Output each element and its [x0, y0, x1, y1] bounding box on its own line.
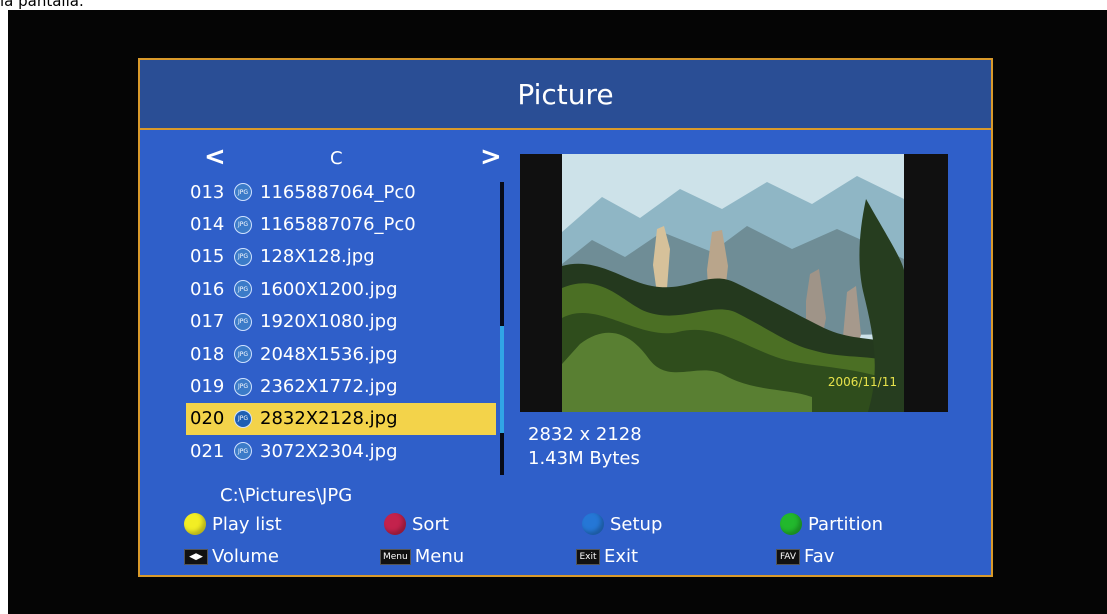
- jpg-file-icon: JPG: [234, 312, 252, 331]
- file-number: 017: [190, 311, 225, 333]
- file-number: 013: [190, 181, 225, 203]
- left-right-arrow-icon: ◀▶: [184, 548, 208, 565]
- file-name: 2832X2128.jpg: [260, 408, 398, 430]
- mountain-photo-preview: 2006/11/11: [562, 154, 904, 412]
- yellow-button-icon: [184, 513, 206, 535]
- image-info: 2832 x 2128 1.43M Bytes: [528, 423, 642, 471]
- file-name: 128X128.jpg: [260, 246, 375, 268]
- top-caption: la pantalla.: [0, 0, 84, 10]
- menu-button[interactable]: Menu Menu: [380, 546, 464, 567]
- image-dimensions: 2832 x 2128: [528, 424, 642, 445]
- jpg-file-icon: JPG: [234, 183, 252, 202]
- file-number: 020: [190, 408, 225, 430]
- file-list-item[interactable]: 015 JPG 128X128.jpg: [186, 241, 496, 273]
- file-number: 014: [190, 214, 225, 236]
- file-name: 2362X1772.jpg: [260, 376, 398, 398]
- mountain-photo-illustration: [562, 154, 904, 412]
- selected-file-item[interactable]: 020 JPG 2832X2128.jpg: [186, 402, 496, 436]
- photo-date-stamp: 2006/11/11: [827, 375, 897, 389]
- blue-button-icon: [582, 513, 604, 535]
- file-name: 1165887064_Pc0: [260, 181, 416, 203]
- red-button-icon: [384, 513, 406, 535]
- tv-screen: Picture < C > 013 JPG 1165887064_Pc0 014…: [8, 10, 1107, 614]
- partition-button[interactable]: Partition: [780, 513, 883, 535]
- file-name: 1600X1200.jpg: [260, 278, 398, 300]
- file-list-item[interactable]: 021 JPG 3072X2304.jpg: [186, 435, 496, 467]
- setup-label: Setup: [610, 513, 663, 535]
- menu-label: Menu: [414, 546, 465, 567]
- title-bar: Picture: [140, 60, 991, 130]
- fav-key-icon: FAV: [776, 548, 800, 565]
- file-list: 013 JPG 1165887064_Pc0 014 JPG 116588707…: [186, 176, 496, 468]
- chevron-left-icon[interactable]: <: [204, 144, 226, 170]
- fav-label: Fav: [804, 546, 835, 567]
- sort-button[interactable]: Sort: [384, 513, 449, 535]
- file-name: 1920X1080.jpg: [260, 311, 398, 333]
- setup-button[interactable]: Setup: [582, 513, 662, 535]
- file-name: 2048X1536.jpg: [260, 343, 398, 365]
- file-list-item[interactable]: 014 JPG 1165887076_Pc0: [186, 208, 496, 240]
- sort-label: Sort: [412, 513, 449, 535]
- partition-label: Partition: [808, 513, 884, 535]
- file-list-item[interactable]: 013 JPG 1165887064_Pc0: [186, 176, 496, 208]
- file-list-item[interactable]: 018 JPG 2048X1536.jpg: [186, 338, 496, 370]
- file-list-scrollbar[interactable]: [500, 182, 504, 475]
- play-list-label: Play list: [212, 513, 282, 535]
- exit-key-icon: Exit: [576, 548, 600, 565]
- file-number: 021: [190, 440, 225, 462]
- picture-browser-panel: Picture < C > 013 JPG 1165887064_Pc0 014…: [138, 58, 993, 577]
- jpg-file-icon: JPG: [234, 247, 252, 266]
- fav-button[interactable]: FAV Fav: [776, 546, 834, 567]
- image-preview: 2006/11/11: [520, 154, 948, 412]
- green-button-icon: [780, 513, 802, 535]
- file-name: 3072X2304.jpg: [260, 440, 398, 462]
- jpg-file-icon: JPG: [234, 215, 252, 234]
- window-title: Picture: [517, 77, 614, 111]
- jpg-file-icon: JPG: [234, 280, 252, 299]
- play-list-button[interactable]: Play list: [184, 513, 282, 535]
- jpg-file-icon: JPG: [234, 377, 252, 396]
- jpg-file-icon: JPG: [234, 409, 252, 428]
- file-list-item[interactable]: 019 JPG 2362X1772.jpg: [186, 370, 496, 402]
- volume-label: Volume: [212, 546, 279, 567]
- exit-button[interactable]: Exit Exit: [576, 546, 638, 567]
- file-number: 019: [190, 376, 225, 398]
- file-list-item[interactable]: 016 JPG 1600X1200.jpg: [186, 273, 496, 305]
- file-list-item[interactable]: 017 JPG 1920X1080.jpg: [186, 306, 496, 338]
- jpg-file-icon: JPG: [234, 345, 252, 364]
- jpg-file-icon: JPG: [234, 442, 252, 461]
- scrollbar-thumb[interactable]: [500, 326, 504, 433]
- chevron-right-icon[interactable]: >: [480, 144, 502, 170]
- file-number: 016: [190, 278, 225, 300]
- file-number: 015: [190, 246, 225, 268]
- current-path: C:\Pictures\JPG: [220, 485, 353, 506]
- image-size: 1.43M Bytes: [528, 448, 640, 469]
- menu-key-icon: Menu: [380, 548, 411, 565]
- file-name: 1165887076_Pc0: [260, 214, 416, 236]
- volume-control[interactable]: ◀▶ Volume: [184, 546, 279, 567]
- drive-label: C: [330, 148, 343, 169]
- file-number: 018: [190, 343, 225, 365]
- exit-label: Exit: [604, 546, 639, 567]
